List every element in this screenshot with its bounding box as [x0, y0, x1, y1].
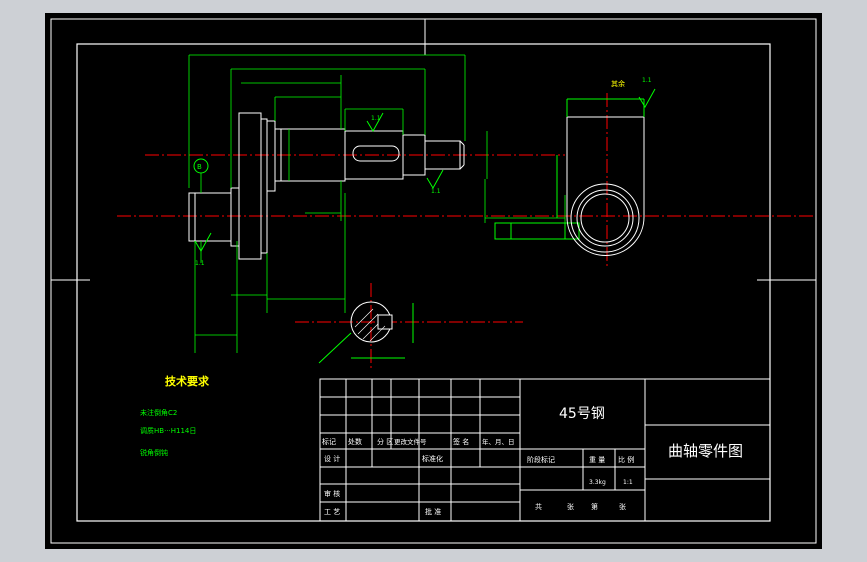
datum-letter: B [197, 163, 202, 171]
tol-label-4: 1.1 [642, 77, 652, 84]
tb-drawing-title: 曲轴零件图 [668, 442, 743, 460]
tb-header-mark: 标记 [322, 437, 336, 446]
main-bore-inner [576, 189, 634, 247]
tb-scale-label: 比 例 [618, 455, 634, 464]
tech-item-3: 锐角倒钝 [140, 448, 168, 457]
side-view [556, 93, 645, 267]
tb-material: 45号钢 [559, 406, 605, 422]
tb-design: 设 计 [324, 454, 340, 463]
section-view [295, 283, 523, 369]
tol-label-2: 1.1 [371, 115, 381, 122]
tb-review: 审 核 [324, 489, 340, 498]
tb-sheet-unit2: 张 [619, 502, 626, 511]
tb-weight-value: 3.3kg [589, 479, 606, 486]
dimension-lines [188, 54, 566, 353]
title-block-text: 标记 处数 分 区 更改文件号 签 名 年、月、日 设 计 标准化 审 核 工 … [322, 406, 743, 516]
tech-item-1: 未注倒角C2 [140, 408, 177, 417]
drawing-canvas[interactable]: 1.1 1.1 1.1 1.1 其余 B 技术要求 未注倒角C2 调质HB···… [45, 13, 822, 549]
main-view: 1.1 1.1 1.1 1.1 其余 B [117, 54, 815, 353]
tb-process: 工 艺 [324, 508, 340, 516]
outer-border [50, 18, 817, 544]
crank-web [238, 112, 262, 260]
tolerance-frame [494, 222, 566, 240]
keyway [352, 145, 400, 162]
surface-note: 其余 [611, 79, 625, 88]
tb-sheet-no: 第 [591, 502, 598, 511]
tb-standard: 标准化 [422, 454, 443, 463]
tb-header-date: 年、月、日 [482, 437, 515, 446]
tb-header-zone: 分 区 [377, 437, 393, 446]
tol-label-1: 1.1 [195, 260, 205, 267]
cad-viewport[interactable]: 1.1 1.1 1.1 1.1 其余 B 技术要求 未注倒角C2 调质HB···… [0, 0, 867, 562]
tb-header-count: 处数 [348, 437, 362, 446]
tb-weight-label: 重 量 [589, 456, 605, 464]
tb-header-sign: 签 名 [453, 437, 469, 446]
tb-header-docno: 更改文件号 [394, 437, 427, 446]
drawing-svg: 1.1 1.1 1.1 1.1 其余 B 技术要求 未注倒角C2 调质HB···… [50, 18, 817, 544]
tech-heading: 技术要求 [165, 374, 210, 388]
tol-label-3: 1.1 [431, 188, 441, 195]
tech-item-2: 调质HB···H114日 [140, 426, 196, 435]
tech-requirements: 技术要求 未注倒角C2 调质HB···H114日 锐角倒钝 [140, 374, 210, 457]
tb-scale-value: 1:1 [623, 479, 633, 486]
tb-sheets-total: 共 [535, 502, 542, 511]
tb-sheets-unit: 张 [567, 502, 574, 511]
tb-approve: 批 准 [425, 507, 441, 516]
tb-stage: 阶段标记 [527, 455, 555, 464]
